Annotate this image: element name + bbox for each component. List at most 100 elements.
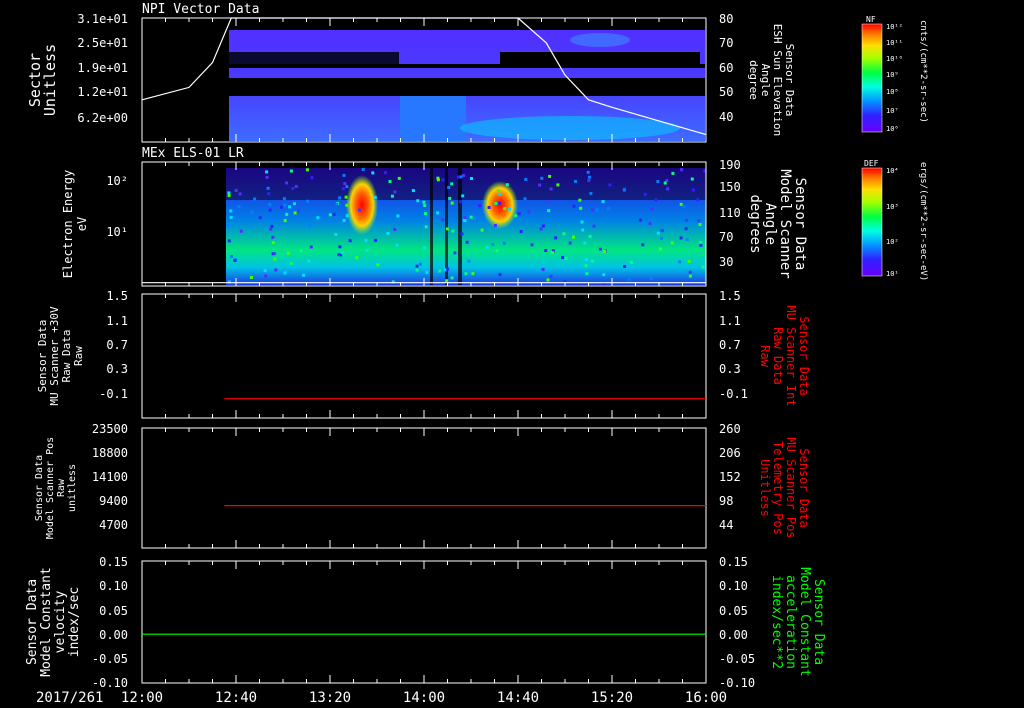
svg-text:index/sec**2: index/sec**2 bbox=[769, 575, 784, 669]
date-label: 2017/261 bbox=[36, 690, 103, 706]
spectrogram-pixel bbox=[519, 230, 523, 234]
spectrogram-pixel bbox=[418, 262, 422, 266]
spectrogram-pixel bbox=[384, 171, 387, 175]
panel-title: MEx ELS-01 LR bbox=[142, 146, 244, 161]
spectrogram-pixel bbox=[517, 212, 521, 216]
svg-text:Raw: Raw bbox=[72, 346, 85, 366]
spectrogram-pixel bbox=[656, 231, 660, 235]
y-tick-label: 1.9e+01 bbox=[77, 61, 128, 75]
y-axis-label: Sensor Data Model Constant velocity inde… bbox=[25, 567, 82, 677]
spectrogram-pixel bbox=[656, 180, 660, 184]
spectrogram-pixel bbox=[309, 245, 313, 249]
spectrogram-pixel bbox=[332, 212, 336, 216]
y-tick-label-right: -0.10 bbox=[719, 676, 755, 690]
spectrogram-pixel bbox=[589, 192, 593, 195]
spectrogram-pixel bbox=[268, 203, 272, 207]
spectrogram-pixel bbox=[463, 219, 467, 222]
y-tick-label-right: 260 bbox=[719, 422, 741, 436]
hot-spot bbox=[482, 181, 518, 229]
spectrogram-pixel bbox=[265, 170, 269, 174]
intensity-region bbox=[400, 96, 466, 141]
spectrogram-pixel bbox=[523, 197, 527, 201]
spectrogram-pixel bbox=[265, 175, 269, 179]
spectrogram-pixel bbox=[579, 206, 583, 210]
spectrogram-pixel bbox=[373, 195, 377, 199]
spectrogram-pixel bbox=[598, 247, 602, 251]
y-tick-label: 14100 bbox=[92, 470, 128, 484]
colorbar-tick: 10¹ bbox=[886, 270, 899, 278]
y-tick-label: 1.5 bbox=[106, 289, 128, 303]
spectrogram-pixel bbox=[272, 252, 276, 256]
spectrogram-pixel bbox=[278, 223, 282, 226]
x-tick-label: 12:00 bbox=[121, 690, 163, 706]
spectrogram-pixel bbox=[289, 169, 293, 173]
svg-text:acceleration: acceleration bbox=[783, 575, 798, 669]
y-tick-label: 9400 bbox=[99, 494, 128, 508]
data-gap-block bbox=[500, 52, 700, 64]
spectrogram-pixel bbox=[498, 273, 502, 277]
spectrogram-pixel bbox=[494, 202, 498, 205]
y-tick-label-right: 50 bbox=[719, 85, 733, 99]
spectrogram-pixel bbox=[341, 187, 345, 191]
spectrogram-pixel bbox=[459, 200, 463, 204]
spectrogram-pixel bbox=[335, 202, 339, 206]
spectrogram-pixel bbox=[270, 224, 274, 228]
spectrogram-pixel bbox=[480, 228, 484, 232]
spectrogram-pixel bbox=[343, 182, 347, 185]
spectrogram-pixel bbox=[478, 204, 482, 208]
y-tick-label-right: 0.3 bbox=[719, 362, 741, 376]
spectrogram-pixel bbox=[438, 269, 442, 273]
spectrogram-pixel bbox=[679, 236, 683, 240]
y-tick-label: -0.1 bbox=[99, 387, 128, 401]
spectrogram-pixel bbox=[527, 210, 531, 214]
spectrogram-pixel bbox=[249, 276, 253, 279]
spectrogram-pixel bbox=[445, 227, 449, 231]
spectrogram-pixel bbox=[622, 188, 626, 192]
spectrogram-pixel bbox=[340, 251, 344, 255]
spectrogram-pixel bbox=[283, 203, 287, 207]
colorbar-tick: 10² bbox=[886, 238, 899, 246]
spectrogram-pixel bbox=[546, 278, 550, 282]
svg-text:Model Scanner Pos: Model Scanner Pos bbox=[45, 437, 56, 539]
plot-frame bbox=[141, 293, 707, 419]
npi-spectrogram bbox=[229, 30, 705, 141]
spectrogram-pixel bbox=[253, 197, 257, 201]
colorbar-tick: 10⁹ bbox=[886, 71, 899, 79]
svg-text:eV: eV bbox=[75, 217, 89, 231]
svg-text:degrees: degrees bbox=[747, 194, 763, 253]
mu-scanner-voltage-panel: 1.5 1.1 0.7 0.3 -0.1 1.5 1.1 0.7 0.3 -0.… bbox=[36, 289, 811, 419]
y-tick-label-right: 70 bbox=[719, 36, 733, 50]
spectrogram-pixel bbox=[297, 209, 301, 213]
svg-text:MU Scanner Pos: MU Scanner Pos bbox=[784, 437, 798, 538]
spectrogram-pixel bbox=[690, 177, 694, 181]
spectrogram-pixel bbox=[561, 256, 564, 260]
spectrogram-pixel bbox=[699, 241, 703, 244]
spectrogram-pixel bbox=[562, 232, 566, 236]
spectrogram-pixel bbox=[591, 208, 594, 212]
spectrogram-pixel bbox=[233, 259, 237, 262]
spectrogram-pixel bbox=[338, 196, 342, 200]
spectrogram-pixel bbox=[293, 202, 296, 206]
plot-frame bbox=[141, 560, 707, 684]
model-constant-velocity-panel: 0.15 0.10 0.05 0.00 -0.05 -0.10 0.15 0.1… bbox=[25, 555, 826, 690]
colorbar-tick: 10⁷ bbox=[886, 107, 899, 115]
spectrogram-pixel bbox=[229, 215, 233, 219]
y-tick-label-right: 150 bbox=[719, 180, 741, 194]
y-tick-label: 0.15 bbox=[99, 555, 128, 569]
spectrogram-pixel bbox=[238, 192, 242, 196]
spectrogram-pixel bbox=[388, 180, 392, 183]
y-axis-label: Sensor Data Model Scanner Pos Raw unitle… bbox=[34, 437, 78, 539]
spectrogram-pixel bbox=[285, 181, 289, 185]
y-tick-label: -0.10 bbox=[92, 676, 128, 690]
x-tick-label: 16:00 bbox=[685, 690, 727, 706]
scanner-position-panel: 23500 18800 14100 9400 4700 260 206 152 … bbox=[34, 422, 811, 549]
spectrogram-pixel bbox=[393, 190, 397, 194]
y-tick-label-right: 44 bbox=[719, 518, 733, 532]
spectrogram-pixel bbox=[602, 273, 606, 277]
y-tick-label-right: 80 bbox=[719, 12, 733, 26]
spectrogram-pixel bbox=[345, 185, 349, 189]
spectrogram-pixel bbox=[263, 269, 267, 273]
spectrogram-pixel bbox=[302, 273, 306, 277]
spectrogram-pixel bbox=[540, 176, 544, 180]
panel-title: NPI Vector Data bbox=[142, 2, 259, 17]
